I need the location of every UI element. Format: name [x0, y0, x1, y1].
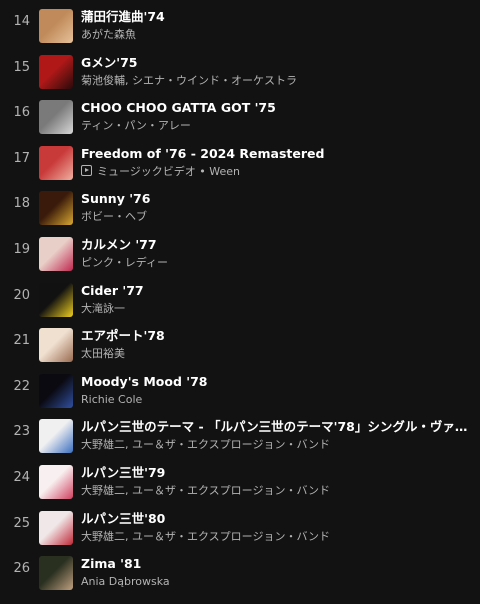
- track-artist: Ania Dąbrowska: [81, 575, 476, 589]
- track-number: 22: [13, 379, 30, 394]
- track-row[interactable]: 19 カルメン '77 ピンク・レディー: [0, 232, 480, 276]
- track-row[interactable]: 17 Freedom of '76 - 2024 Remastered ミュージック…: [0, 141, 480, 185]
- artist-link[interactable]: Richie Cole: [81, 393, 142, 406]
- track-title[interactable]: ルパン三世のテーマ - 「ルパン三世のテーマ'78」シングル・ヴァージョン: [81, 419, 476, 435]
- album-cover[interactable]: [39, 419, 73, 453]
- album-cover[interactable]: [39, 465, 73, 499]
- artist-link[interactable]: Ween: [209, 165, 240, 178]
- track-row[interactable]: 14 蒲田行進曲'74 あがた森魚: [0, 4, 480, 48]
- album-cover[interactable]: [39, 191, 73, 225]
- track-artist: 大野雄二, ユー＆ザ・エクスプロージョン・バンド: [81, 438, 476, 452]
- track-title[interactable]: Cider '77: [81, 283, 476, 299]
- artist-link[interactable]: 菊池俊輔, シエナ・ウインド・オーケストラ: [81, 74, 297, 87]
- track-title[interactable]: CHOO CHOO GATTA GOT '75: [81, 100, 476, 116]
- track-title[interactable]: Gメン'75: [81, 55, 476, 71]
- music-video-icon: [81, 165, 92, 176]
- artist-link[interactable]: Ania Dąbrowska: [81, 575, 170, 588]
- artist-link[interactable]: 大野雄二, ユー＆ザ・エクスプロージョン・バンド: [81, 438, 330, 451]
- tracklist: 14 蒲田行進曲'74 あがた森魚 15 Gメン'75 菊池俊輔, シエナ・ウインド・オー…: [0, 0, 480, 604]
- album-cover[interactable]: [39, 374, 73, 408]
- track-row[interactable]: 18 Sunny '76 ボビー・ヘブ: [0, 186, 480, 230]
- track-artist: Richie Cole: [81, 393, 476, 407]
- track-number: 26: [13, 561, 30, 576]
- track-artist: 菊池俊輔, シエナ・ウインド・オーケストラ: [81, 74, 476, 88]
- track-number: 20: [13, 288, 30, 303]
- track-number: 14: [13, 14, 30, 29]
- track-number: 19: [13, 242, 30, 257]
- track-row[interactable]: 26 Zima '81 Ania Dąbrowska: [0, 551, 480, 595]
- track-title[interactable]: ルパン三世'80: [81, 511, 476, 527]
- album-cover[interactable]: [39, 55, 73, 89]
- music-video-label: ミュージックビデオ: [97, 165, 196, 178]
- track-number: 23: [13, 424, 30, 439]
- track-artist: 大野雄二, ユー＆ザ・エクスプロージョン・バンド: [81, 484, 476, 498]
- track-title[interactable]: Sunny '76: [81, 191, 476, 207]
- album-cover[interactable]: [39, 146, 73, 180]
- artist-link[interactable]: ティン・パン・アレー: [81, 119, 191, 132]
- track-number: 16: [13, 105, 30, 120]
- track-title[interactable]: カルメン '77: [81, 237, 476, 253]
- artist-link[interactable]: 大野雄二, ユー＆ザ・エクスプロージョン・バンド: [81, 530, 330, 543]
- track-title[interactable]: エアポート'78: [81, 328, 476, 344]
- track-artist: ピンク・レディー: [81, 256, 476, 270]
- separator-dot: •: [195, 165, 210, 178]
- track-artist: あがた森魚: [81, 28, 476, 42]
- track-title[interactable]: Freedom of '76 - 2024 Remastered: [81, 146, 476, 162]
- album-cover[interactable]: [39, 100, 73, 134]
- track-number: 17: [13, 151, 30, 166]
- track-title[interactable]: ルパン三世'79: [81, 465, 476, 481]
- track-artist: 大滝詠一: [81, 302, 476, 316]
- track-artist: ティン・パン・アレー: [81, 119, 476, 133]
- track-number: 18: [13, 196, 30, 211]
- track-row[interactable]: 23 ルパン三世のテーマ - 「ルパン三世のテーマ'78」シングル・ヴァージョン大…: [0, 414, 480, 458]
- artist-link[interactable]: あがた森魚: [81, 28, 136, 41]
- album-cover[interactable]: [39, 328, 73, 362]
- track-row[interactable]: 20 Cider '77 大滝詠一: [0, 278, 480, 322]
- track-row[interactable]: 16 CHOO CHOO GATTA GOT '75 ティン・パン・アレー: [0, 95, 480, 139]
- artist-link[interactable]: 大滝詠一: [81, 302, 125, 315]
- track-title[interactable]: Zima '81: [81, 556, 476, 572]
- album-cover[interactable]: [39, 237, 73, 271]
- track-row[interactable]: 21 エアポート'78 太田裕美: [0, 323, 480, 367]
- track-row[interactable]: 24 ルパン三世'79 大野雄二, ユー＆ザ・エクスプロージョン・バンド: [0, 460, 480, 504]
- track-number: 15: [13, 60, 30, 75]
- album-cover[interactable]: [39, 556, 73, 590]
- track-number: 21: [13, 333, 30, 348]
- album-cover[interactable]: [39, 9, 73, 43]
- album-cover[interactable]: [39, 283, 73, 317]
- track-row[interactable]: 15 Gメン'75 菊池俊輔, シエナ・ウインド・オーケストラ: [0, 50, 480, 94]
- track-row[interactable]: 25 ルパン三世'80 大野雄二, ユー＆ザ・エクスプロージョン・バンド: [0, 506, 480, 550]
- track-artist: ボビー・ヘブ: [81, 210, 476, 224]
- track-artist: ミュージックビデオ • Ween: [81, 165, 476, 179]
- album-cover[interactable]: [39, 511, 73, 545]
- track-artist: 太田裕美: [81, 347, 476, 361]
- track-title[interactable]: Moody's Mood '78: [81, 374, 476, 390]
- track-number: 24: [13, 470, 30, 485]
- track-title[interactable]: 蒲田行進曲'74: [81, 9, 476, 25]
- artist-link[interactable]: ボビー・ヘブ: [81, 210, 147, 223]
- artist-link[interactable]: ピンク・レディー: [81, 256, 168, 269]
- track-artist: 大野雄二, ユー＆ザ・エクスプロージョン・バンド: [81, 530, 476, 544]
- track-row[interactable]: 22 Moody's Mood '78 Richie Cole: [0, 369, 480, 413]
- track-number: 25: [13, 516, 30, 531]
- artist-link[interactable]: 大野雄二, ユー＆ザ・エクスプロージョン・バンド: [81, 484, 330, 497]
- artist-link[interactable]: 太田裕美: [81, 347, 125, 360]
